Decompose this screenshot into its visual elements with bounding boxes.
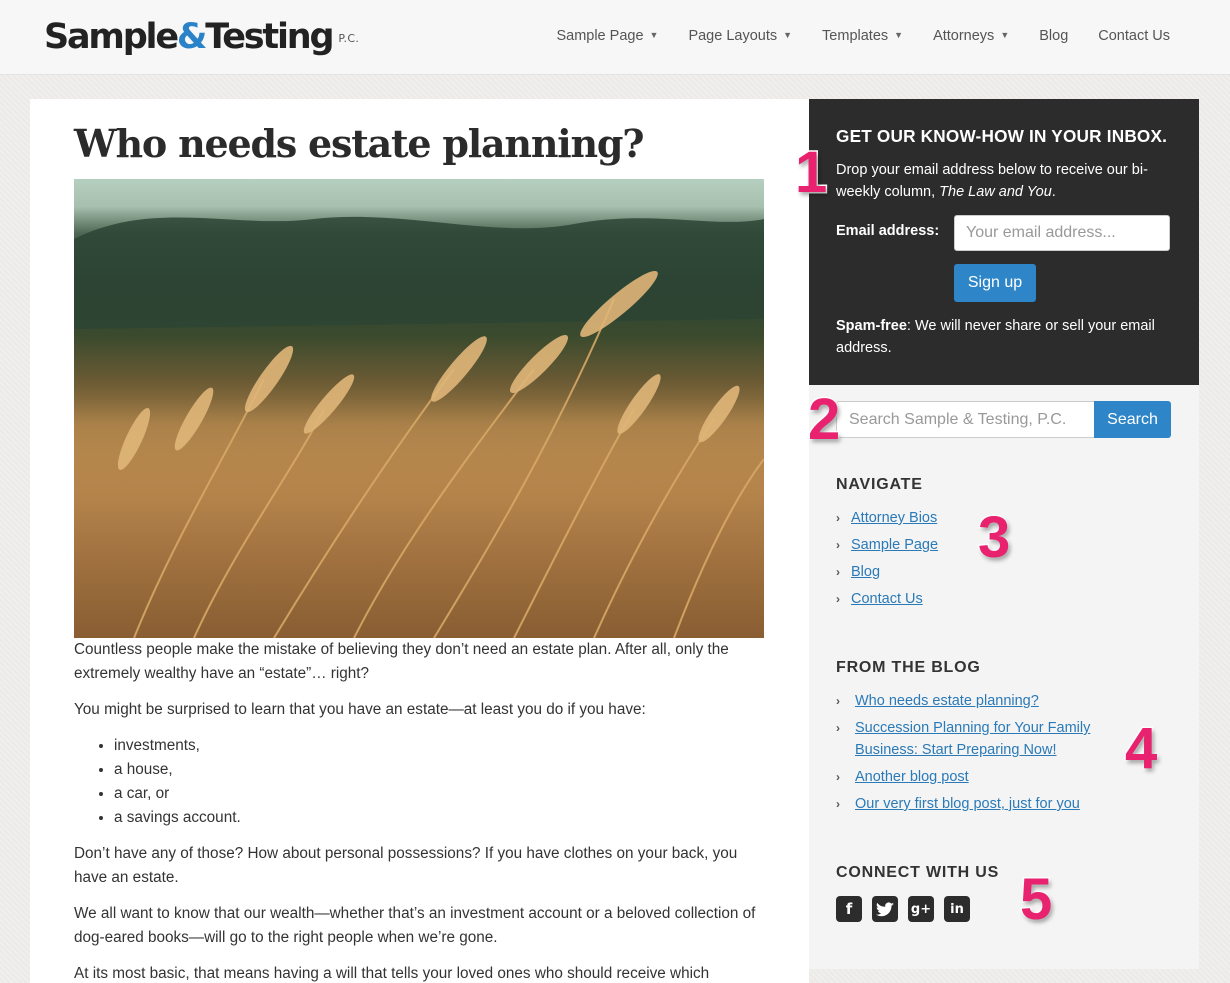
desc-text-end: . [1051, 184, 1056, 200]
list-item: a savings account. [114, 806, 764, 830]
facebook-icon[interactable]: f [836, 896, 862, 922]
navigate-list: › Attorney Bios › Sample Page › Blog › Conta… [836, 507, 938, 615]
caret-down-icon: ▼ [783, 30, 793, 40]
nav-label: Sample Page [556, 28, 644, 44]
from-the-blog-heading: FROM THE BLOG [836, 659, 981, 676]
link-blog[interactable]: Blog [851, 564, 880, 580]
brand-suffix: P.C. [338, 31, 360, 45]
chevron-right-icon: › [836, 592, 840, 606]
linkedin-icon[interactable]: in [944, 896, 970, 922]
callout-number: 3 [976, 505, 1011, 570]
caret-down-icon: ▼ [894, 30, 904, 40]
post-title: Who needs estate planning? [74, 121, 645, 166]
paragraph: We all want to know that our wealth—whet… [74, 904, 756, 946]
chevron-right-icon: › [836, 797, 840, 811]
paragraph: At its most basic, that means having a w… [74, 964, 710, 982]
nav-item-contact-us[interactable]: Contact Us [1098, 28, 1170, 44]
spam-notice: Spam-free: We will never share or sell y… [836, 315, 1181, 359]
nav-item-attorneys[interactable]: Attorneys ▼ [933, 28, 1009, 44]
blog-list: › Who needs estate planning? › Succession … [836, 690, 1126, 820]
callout-number: 1 [793, 140, 828, 205]
list-item: a house, [114, 758, 764, 782]
link-attorney-bios[interactable]: Attorney Bios [851, 510, 937, 526]
navigate-heading: NAVIGATE [836, 476, 923, 493]
chevron-right-icon: › [836, 770, 840, 784]
chevron-right-icon: › [836, 565, 840, 579]
chevron-right-icon: › [836, 538, 840, 552]
nav-item-blog[interactable]: Blog [1039, 28, 1068, 44]
wheat-field-illustration [74, 216, 764, 638]
paragraph: You might be surprised to learn that you… [74, 700, 646, 718]
list-item: › Succession Planning for Your Family Bus… [836, 717, 1126, 761]
brand-rest: Testing [205, 17, 334, 57]
list-item: › Who needs estate planning? [836, 690, 1126, 712]
nav-item-templates[interactable]: Templates ▼ [822, 28, 903, 44]
chevron-right-icon: › [836, 721, 840, 735]
chevron-right-icon: › [836, 694, 840, 708]
site-logo[interactable]: Sample&Testing P.C. [44, 17, 359, 57]
paragraph: Don’t have any of those? How about perso… [74, 844, 738, 886]
blog-post-link[interactable]: Succession Planning for Your Family Busi… [855, 720, 1090, 758]
spam-free-label: Spam-free [836, 318, 907, 334]
chevron-right-icon: › [836, 511, 840, 525]
sign-up-button[interactable]: Sign up [954, 264, 1036, 302]
callout-number: 4 [1123, 716, 1158, 781]
twitter-icon[interactable] [872, 896, 898, 922]
google-plus-icon[interactable]: g+ [908, 896, 934, 922]
list-item: › Blog [836, 561, 938, 583]
column-name: The Law and You [939, 184, 1052, 200]
hero-image [74, 178, 764, 638]
nav-item-sample-page[interactable]: Sample Page ▼ [556, 28, 658, 44]
signup-description: Drop your email address below to receive… [836, 159, 1181, 203]
nav-item-page-layouts[interactable]: Page Layouts ▼ [688, 28, 792, 44]
callout-number: 2 [806, 387, 841, 452]
callout-number: 5 [1018, 867, 1053, 932]
nav-label: Templates [822, 28, 889, 44]
list-item: › Contact Us [836, 588, 938, 610]
brand-main: Sample [44, 17, 179, 57]
main-content: Who needs estate planning? Countless peo… [30, 99, 809, 983]
top-navbar: Sample&Testing P.C. Sample Page ▼ Page Lay… [0, 0, 1230, 75]
email-field[interactable] [954, 215, 1170, 251]
caret-down-icon: ▼ [1000, 30, 1010, 40]
social-links: f g+ in [836, 896, 980, 922]
link-contact-us[interactable]: Contact Us [851, 591, 923, 607]
link-sample-page[interactable]: Sample Page [851, 537, 938, 553]
blog-post-link[interactable]: Another blog post [855, 769, 969, 785]
search-input[interactable] [836, 401, 1094, 438]
list-item: › Another blog post [836, 766, 1126, 788]
post-body: Countless people make the mistake of bel… [74, 638, 764, 983]
nav-label: Blog [1039, 28, 1069, 44]
email-label: Email address: [836, 223, 940, 239]
paragraph: Countless people make the mistake of bel… [74, 640, 729, 682]
list-item: › Our very first blog post, just for you [836, 793, 1126, 815]
signup-heading: GET OUR KNOW-HOW IN YOUR INBOX. [836, 126, 1168, 146]
asset-list: investments, a house, a car, or a saving… [74, 734, 764, 830]
nav-label: Attorneys [933, 28, 995, 44]
list-item: investments, [114, 734, 764, 758]
connect-heading: CONNECT WITH US [836, 864, 1000, 881]
blog-post-link[interactable]: Who needs estate planning? [855, 693, 1039, 709]
nav-label: Page Layouts [688, 28, 778, 44]
caret-down-icon: ▼ [649, 30, 659, 40]
brand-ampersand: & [176, 17, 208, 57]
newsletter-signup: GET OUR KNOW-HOW IN YOUR INBOX. Drop you… [809, 99, 1199, 385]
post: Who needs estate planning? Countless peo… [74, 123, 764, 983]
blog-post-link[interactable]: Our very first blog post, just for you [855, 796, 1080, 812]
list-item: › Sample Page [836, 534, 938, 556]
list-item: › Attorney Bios [836, 507, 938, 529]
search-button[interactable]: Search [1094, 401, 1171, 438]
nav-label: Contact Us [1098, 28, 1170, 44]
list-item: a car, or [114, 782, 764, 806]
main-nav: Sample Page ▼ Page Layouts ▼ Templates ▼ At… [526, 28, 1170, 44]
